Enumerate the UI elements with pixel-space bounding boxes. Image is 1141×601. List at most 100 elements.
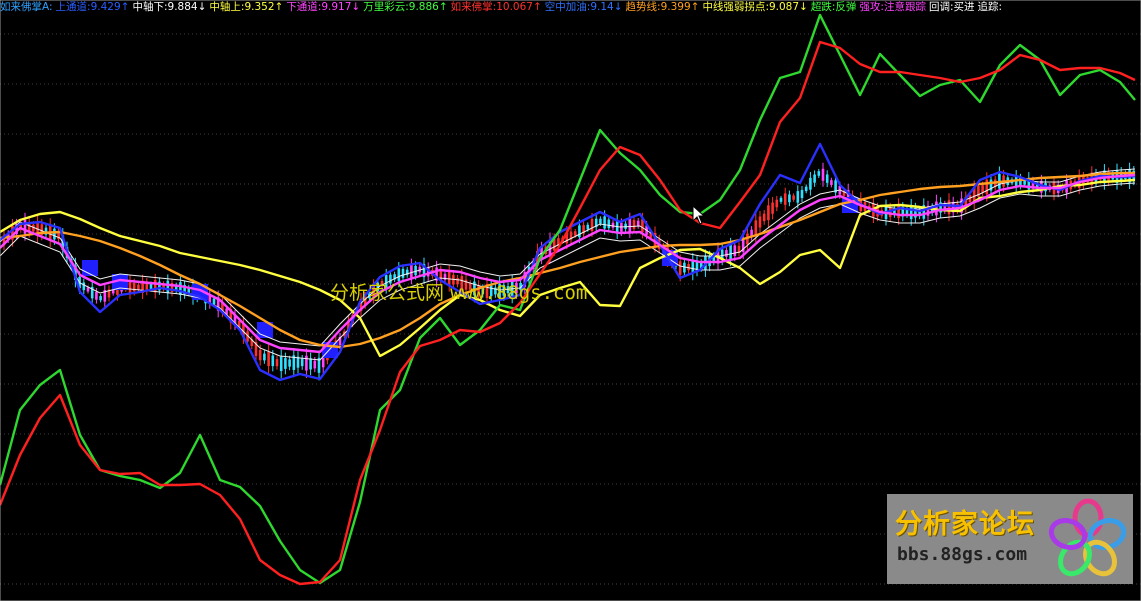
candle-body (804, 186, 808, 192)
series-line-上通道 (0, 142, 1136, 382)
candle-body (99, 296, 102, 301)
candle-body (762, 213, 766, 222)
candle-body (636, 220, 640, 227)
up-arrow-icon: ↑ (438, 1, 448, 13)
up-arrow-icon: ↑ (532, 1, 542, 13)
candle-body (779, 197, 783, 202)
candle-body (271, 355, 275, 367)
envelope-line (0, 168, 1136, 347)
indicator-item: 万里彩云:9.886↑ (363, 1, 448, 13)
candle-body (611, 222, 615, 228)
down-arrow-icon: ↓ (351, 1, 361, 13)
candle-body (1023, 180, 1026, 185)
candle-body (586, 224, 590, 230)
candle-body (166, 280, 170, 294)
candle-body (599, 218, 602, 224)
candle-body (288, 359, 291, 367)
candle-body (825, 174, 829, 183)
indicator-item: 追踪: (977, 1, 1003, 13)
indicator-label: 回调 (928, 1, 950, 13)
candle-body (95, 291, 98, 300)
indicator-label: 中轴下 (132, 1, 164, 13)
indicator-item: 上通道:9.429↑ (55, 1, 130, 13)
candle-body (128, 281, 132, 294)
up-arrow-icon: ↑ (274, 1, 284, 13)
candle-body (783, 193, 787, 205)
indicator-value: 9.399 (660, 1, 691, 13)
indicator-label: 中轴上 (209, 1, 241, 13)
down-arrow-icon: ↓ (197, 1, 207, 13)
indicator-label: 上通道 (55, 1, 88, 13)
candle-body (573, 231, 577, 236)
candle-body (410, 265, 413, 278)
candle-body (725, 250, 728, 257)
candle-body (309, 358, 312, 370)
indicator-legend-bar: 如来佛掌A: 上通道:9.429↑ 中轴下:9.884↓ 中轴上:9.352↑ 下通道:… (0, 0, 1005, 14)
indicator-item: 超跌:反弹 (810, 1, 857, 13)
indicator-item: 下通道:9.917↓ (286, 1, 361, 13)
indicator-item: 如来佛掌A: (0, 1, 53, 13)
forum-logo: 分析家论坛 bbs.88gs.com (887, 494, 1133, 584)
candle-body (607, 219, 611, 229)
candle-body (179, 282, 182, 295)
indicator-item: 如来佛掌:10.067↑ (450, 1, 542, 13)
candle-body (800, 190, 804, 199)
indicator-label: 如来佛掌A (0, 1, 49, 13)
candle-body (132, 282, 136, 292)
candle-body (82, 282, 86, 291)
candle-body (263, 353, 266, 361)
candle-body (284, 358, 287, 369)
candle-body (149, 283, 153, 289)
candle-body (788, 194, 791, 203)
indicator-item: 中轴下:9.884↓ (132, 1, 207, 13)
candle-body (771, 202, 774, 214)
candle-body (86, 287, 90, 292)
candle-body (754, 220, 758, 235)
indicator-value: 9.087 (768, 1, 800, 13)
indicator-label: 中线强弱拐点 (702, 1, 766, 13)
candle-body (981, 185, 984, 193)
candle-body (313, 360, 317, 369)
indicator-item: 中轴上:9.352↑ (209, 1, 284, 13)
candle-body (258, 349, 262, 361)
center-watermark: 分析家公式网 www.88gs.com (330, 278, 587, 305)
candle-body (758, 216, 762, 228)
candle-body (590, 219, 594, 231)
indicator-value: 9.352 (244, 1, 275, 13)
indicator-value: 9.884 (167, 1, 198, 13)
indicator-label: 超跌 (810, 1, 832, 13)
candle-body (212, 298, 216, 305)
indicator-value: 9.886 (408, 1, 439, 13)
forum-logo-url: bbs.88gs.com (897, 544, 1028, 565)
candle-body (733, 245, 737, 256)
candle-body (729, 244, 732, 260)
candle-body (821, 168, 825, 181)
candle-body (275, 359, 279, 367)
candle-body (767, 205, 770, 221)
flower-logo-icon (1048, 498, 1127, 577)
candle-body (947, 200, 951, 215)
candle-body (305, 355, 308, 371)
candle-body (817, 171, 821, 176)
candle-body (603, 216, 606, 229)
indicator-label: 空中加油 (544, 1, 587, 13)
indicator-value: 反弹 (835, 1, 857, 13)
candle-body (267, 351, 270, 366)
candle-body (830, 180, 833, 185)
indicator-item: 回调:买进 (928, 1, 975, 13)
down-arrow-icon: ↓ (613, 1, 623, 13)
candle-body (792, 195, 795, 200)
candle-body (775, 199, 779, 208)
candle-body (628, 218, 632, 232)
up-arrow-icon: ↑ (120, 1, 130, 13)
indicator-value: 9.917 (321, 1, 352, 13)
mouse-pointer-icon (692, 205, 706, 225)
up-arrow-icon: ↑ (690, 1, 700, 13)
indicator-label: 追踪 (977, 1, 999, 13)
indicator-value: 9.14 (590, 1, 614, 13)
indicator-item: 趋势线:9.399↑ (625, 1, 700, 13)
center-watermark-cn: 分析家公式网 (330, 282, 445, 304)
center-watermark-url: www.88gs.com (450, 282, 588, 304)
candle-body (53, 228, 56, 240)
candle-body (578, 225, 581, 238)
